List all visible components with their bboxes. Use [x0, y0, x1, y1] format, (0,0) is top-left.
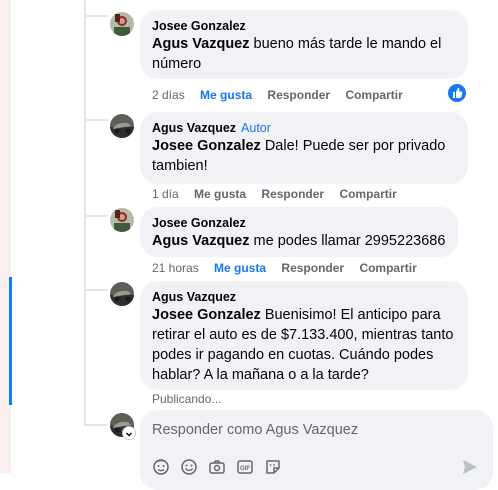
publishing-status: Publicando... — [152, 392, 222, 406]
avatar[interactable] — [110, 282, 134, 306]
comment-actions: 21 horas Me gusta Responder Compartir — [152, 260, 429, 276]
reply-button[interactable]: Responder — [267, 88, 330, 102]
comment-bubble: Josee Gonzalez Agus Vazquez bueno más ta… — [140, 10, 468, 79]
like-button[interactable]: Me gusta — [214, 261, 266, 275]
timestamp[interactable]: 21 horas — [152, 261, 199, 275]
reply-button[interactable]: Responder — [281, 261, 344, 275]
comment-text: Josee Gonzalez Dale! Puede ser por priva… — [152, 138, 446, 174]
share-button[interactable]: Compartir — [339, 187, 396, 201]
reply-composer[interactable]: Responder como Agus Vazquez GIF — [140, 410, 493, 490]
share-button[interactable]: Compartir — [345, 88, 402, 102]
svg-text:GIF: GIF — [240, 466, 250, 472]
comment-text: Agus Vazquez me podes llamar 2995223686 — [152, 233, 446, 249]
thread-branch — [84, 215, 108, 217]
mention-link[interactable]: Agus Vazquez — [152, 233, 250, 249]
mention-link[interactable]: Josee Gonzalez — [152, 307, 261, 323]
emoji-icon[interactable] — [180, 458, 198, 476]
comment-actions: 1 día Me gusta Responder Compartir — [152, 186, 409, 202]
thread-branch — [84, 15, 108, 17]
like-button[interactable]: Me gusta — [200, 88, 252, 102]
highlight-bar — [9, 277, 12, 405]
thread-branch — [84, 119, 108, 121]
thread-branch — [84, 289, 108, 291]
mention-link[interactable]: Agus Vazquez — [152, 36, 250, 52]
comment-bubble: Agus Vazquez Josee Gonzalez Buenisimo! E… — [140, 281, 468, 390]
comment-author[interactable]: Agus Vazquez Autor — [152, 120, 456, 136]
send-icon[interactable] — [461, 458, 479, 476]
avatar[interactable] — [110, 114, 134, 138]
share-button[interactable]: Compartir — [359, 261, 416, 275]
camera-icon[interactable] — [208, 458, 226, 476]
reply-button[interactable]: Responder — [261, 187, 324, 201]
comment-text: Josee Gonzalez Buenisimo! El anticipo pa… — [152, 307, 454, 383]
comment-bubble: Agus Vazquez Autor Josee Gonzalez Dale! P… — [140, 112, 468, 184]
profile-switch-icon[interactable] — [123, 427, 135, 439]
mention-link[interactable]: Josee Gonzalez — [152, 138, 261, 154]
like-reaction-icon[interactable] — [448, 84, 466, 102]
comment-author[interactable]: Agus Vazquez — [152, 289, 456, 305]
comment-author[interactable]: Josee Gonzalez — [152, 215, 446, 231]
thread-branch — [84, 424, 108, 426]
timestamp[interactable]: 2 días — [152, 88, 185, 102]
sticker-icon[interactable] — [264, 458, 282, 476]
like-button[interactable]: Me gusta — [194, 187, 246, 201]
timestamp[interactable]: 1 día — [152, 187, 179, 201]
comment-bubble: Josee Gonzalez Agus Vazquez me podes lla… — [140, 207, 458, 257]
avatar[interactable] — [110, 208, 134, 232]
comment-actions: 2 días Me gusta Responder Compartir — [152, 87, 415, 103]
comment-author[interactable]: Josee Gonzalez — [152, 18, 456, 34]
avatar[interactable] — [110, 12, 134, 36]
avatar-sticker-icon[interactable] — [152, 458, 170, 476]
author-badge: Autor — [241, 121, 271, 135]
gif-icon[interactable]: GIF — [236, 458, 254, 476]
reply-input[interactable]: Responder como Agus Vazquez — [152, 422, 358, 438]
thread-line — [84, 0, 86, 425]
comment-text: Agus Vazquez bueno más tarde le mando el… — [152, 36, 442, 72]
